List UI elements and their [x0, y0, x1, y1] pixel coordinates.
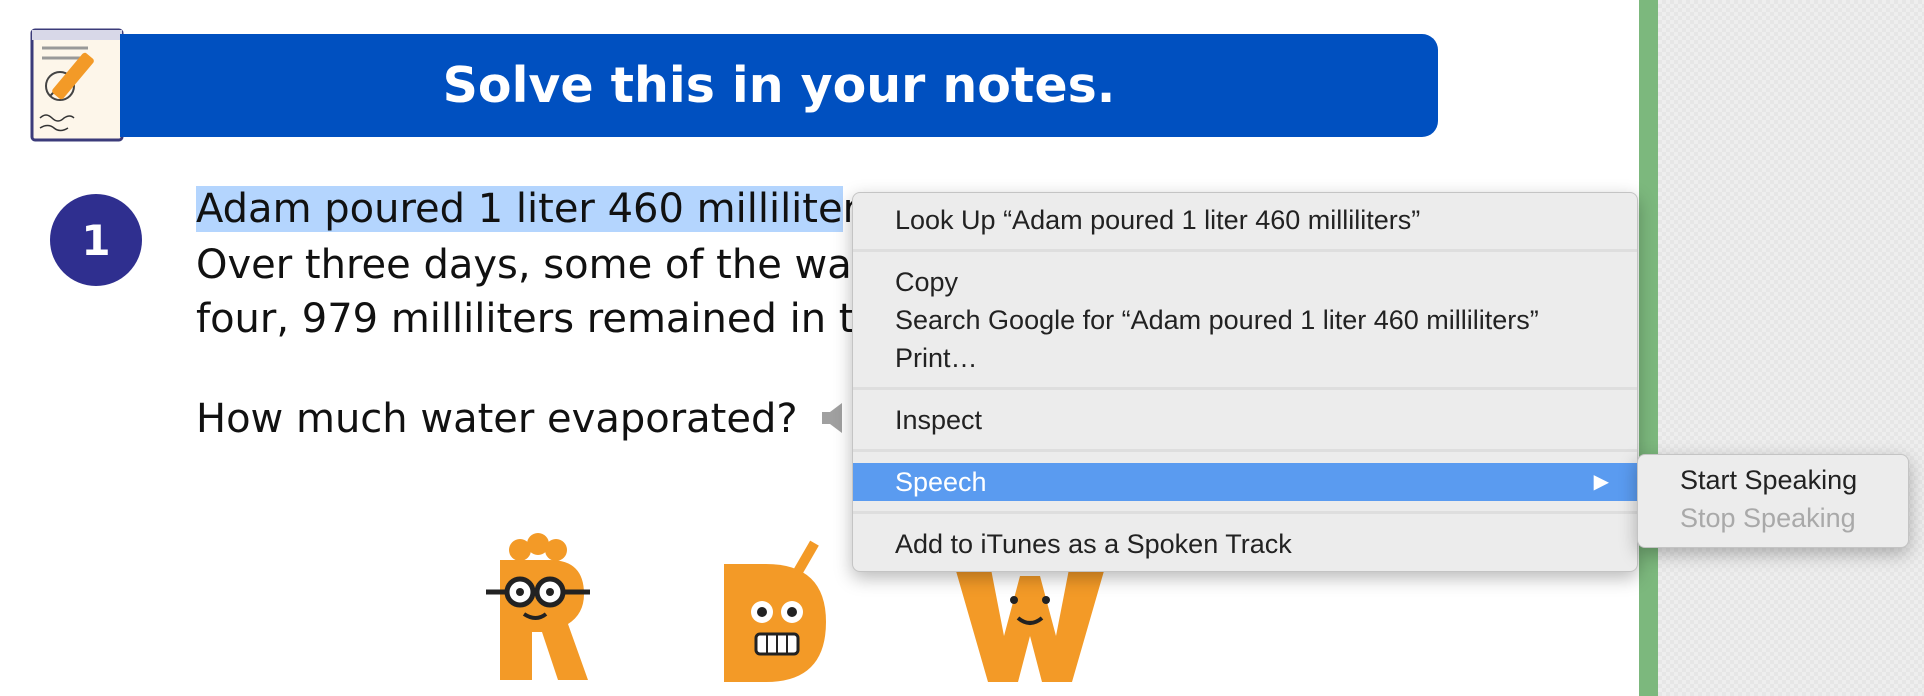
submenu-item-stop-speaking: Stop Speaking	[1680, 503, 1856, 533]
question-number-badge: 1	[50, 194, 142, 286]
menu-item-speech-label: Speech	[895, 467, 987, 497]
speech-submenu: Start Speaking Stop Speaking	[1637, 454, 1909, 548]
selected-text[interactable]: Adam poured 1 liter 460 millilite	[196, 186, 843, 232]
question-line-3: four, 979 milliliters remained in t	[196, 296, 855, 342]
question-line-1[interactable]: Adam poured 1 liter 460 milliliter	[196, 186, 859, 232]
context-menu: Look Up “Adam poured 1 liter 460 millili…	[852, 192, 1638, 572]
menu-separator	[853, 249, 1637, 252]
submenu-item-start-speaking[interactable]: Start Speaking	[1680, 461, 1857, 499]
side-panel	[1658, 0, 1924, 696]
submenu-arrow-icon: ▶	[1593, 471, 1609, 493]
mascot-r-icon	[486, 533, 590, 680]
menu-item-speech[interactable]: Speech ▶	[853, 463, 1637, 501]
mascot-d-icon	[724, 540, 826, 682]
page-title-banner: Solve this in your notes.	[120, 34, 1438, 137]
menu-separator	[853, 387, 1637, 390]
window-divider	[1639, 0, 1658, 696]
menu-item-search-google[interactable]: Search Google for “Adam poured 1 liter 4…	[853, 301, 1637, 339]
question-line-2: Over three days, some of the wa	[196, 242, 852, 288]
menu-item-inspect[interactable]: Inspect	[853, 401, 1637, 439]
menu-item-copy[interactable]: Copy	[853, 263, 1637, 301]
menu-separator	[853, 449, 1637, 452]
menu-item-print[interactable]: Print…	[853, 339, 1637, 377]
menu-separator	[853, 511, 1637, 514]
question-number: 1	[81, 215, 111, 265]
question-prompt: How much water evaporated?	[196, 396, 798, 442]
menu-item-add-itunes[interactable]: Add to iTunes as a Spoken Track	[853, 525, 1637, 563]
menu-item-look-up[interactable]: Look Up “Adam poured 1 liter 460 millili…	[853, 201, 1637, 239]
page-title: Solve this in your notes.	[442, 57, 1116, 114]
notes-icon	[30, 28, 124, 142]
